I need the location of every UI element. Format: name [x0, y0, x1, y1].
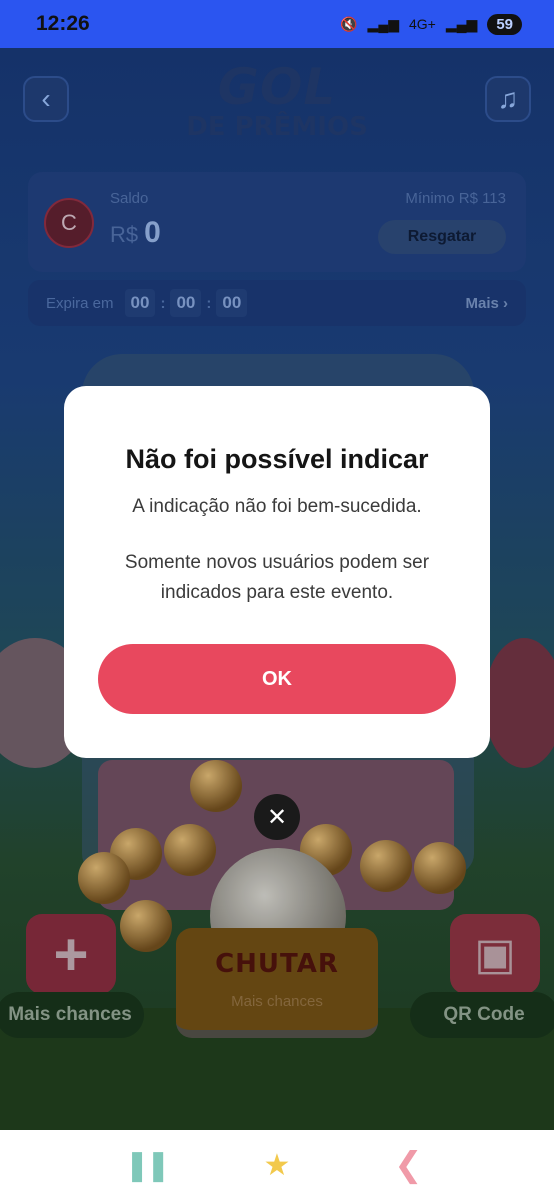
mute-icon: 🔇	[340, 15, 358, 32]
dialog-message: A indicação não foi bem-sucedida.	[132, 496, 422, 517]
error-dialog: Não foi possível indicar A indicação não…	[64, 386, 490, 758]
status-time: 12:26	[36, 12, 90, 35]
dialog-title: Não foi possível indicar	[125, 444, 429, 474]
dialog-message-detail: Somente novos usuários podem ser indicad…	[124, 552, 430, 603]
recent-apps-icon[interactable]: ❚❚	[116, 1148, 176, 1183]
close-icon[interactable]: ✕	[254, 794, 300, 840]
back-nav-icon[interactable]: ❮	[378, 1145, 438, 1185]
status-bar: 12:26 🔇 ▂▄▆ 4G+ ▂▄▆ 59	[0, 0, 554, 48]
battery-indicator: 59	[487, 13, 522, 35]
ok-button[interactable]: OK	[98, 644, 456, 714]
system-nav-bar: ❚❚ ★ ❮	[0, 1130, 554, 1200]
signal-icon: ▂▄▆	[367, 15, 399, 32]
home-star-icon[interactable]: ★	[247, 1148, 307, 1183]
status-icons: 🔇 ▂▄▆ 4G+ ▂▄▆ 59	[340, 13, 522, 35]
signal-icon-2: ▂▄▆	[445, 15, 478, 32]
network-type: 4G+	[409, 16, 436, 32]
